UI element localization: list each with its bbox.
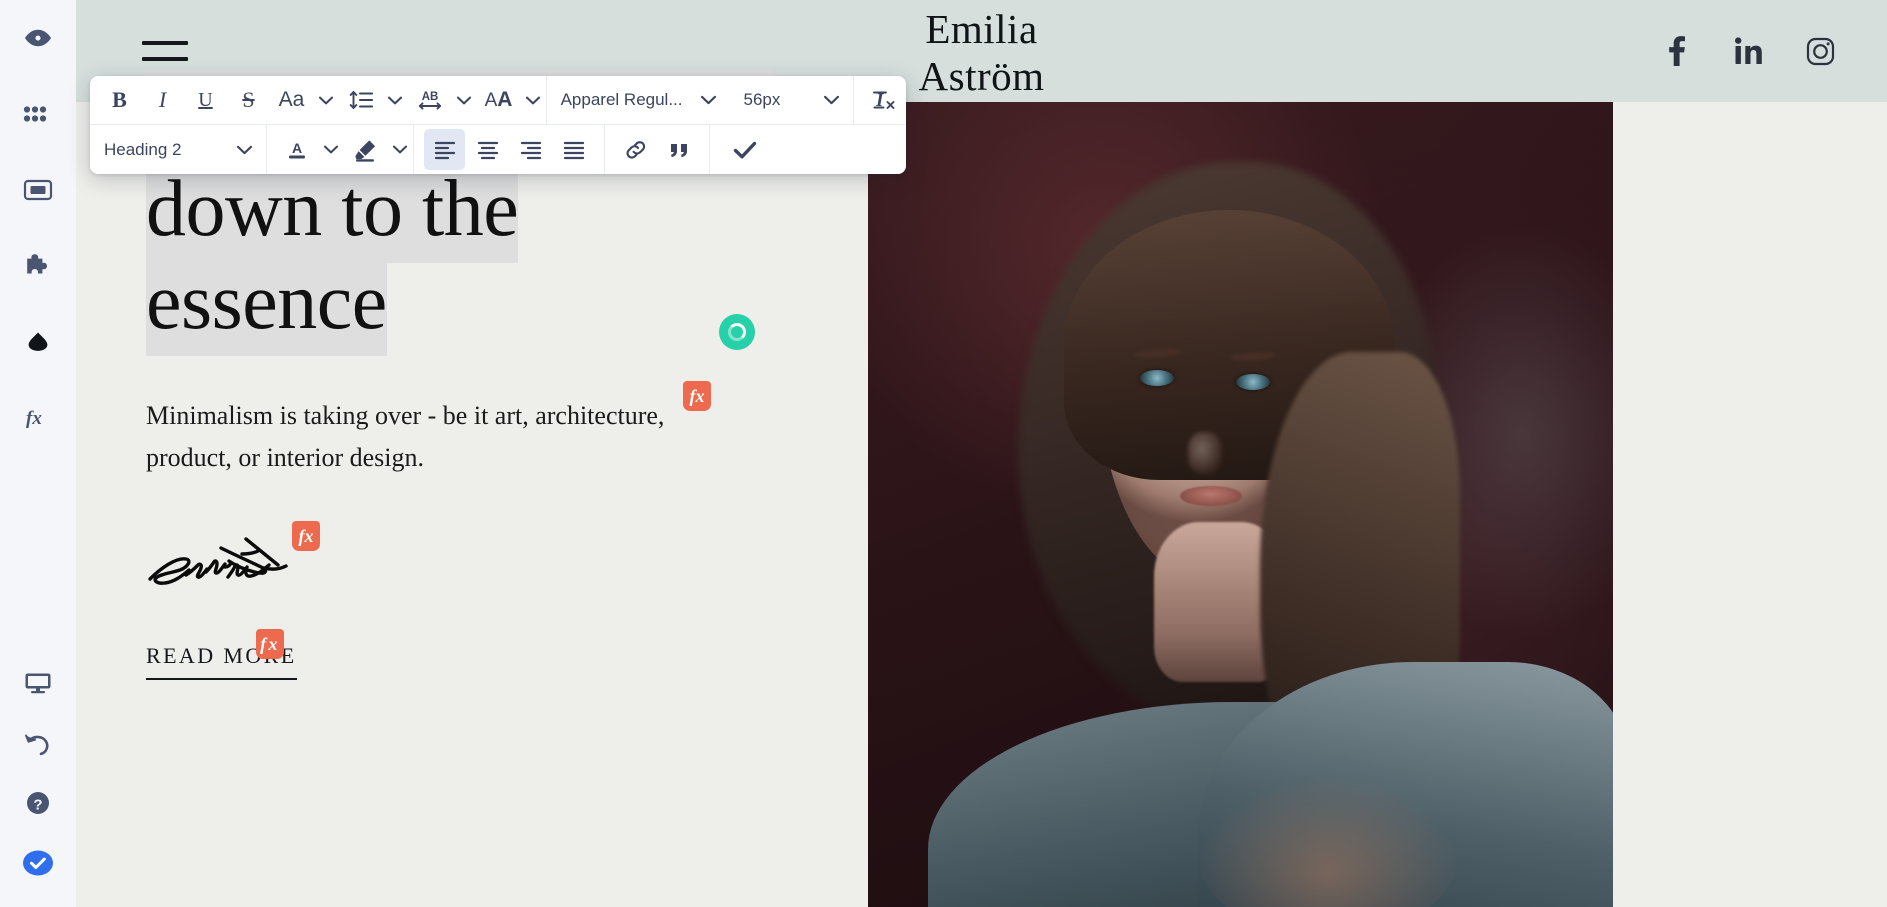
hero-heading-line-3: essence — [146, 256, 387, 356]
hero-heading-line-2: down to the — [146, 163, 519, 263]
paragraph-style-select[interactable]: Heading 2 — [90, 125, 266, 174]
alignment-group — [423, 125, 595, 174]
inline-style-group: B I U S Aa AB AA — [90, 76, 546, 124]
hero-paragraph-wrap[interactable]: Minimalism is taking over - be it art, a… — [146, 381, 711, 479]
font-size-select[interactable]: 56px — [730, 76, 854, 124]
fx-badge-read-more[interactable]: fx — [256, 629, 284, 659]
bold-button[interactable]: B — [99, 80, 140, 121]
menu-hamburger-icon[interactable] — [142, 41, 188, 61]
spinner-ring — [728, 323, 746, 341]
font-color-button[interactable]: A — [276, 129, 317, 170]
apps-grid-icon[interactable] — [0, 76, 76, 152]
fx-badge-signature[interactable]: fx — [292, 521, 320, 551]
strikethrough-button[interactable]: S — [228, 80, 269, 121]
toolbar-row-2: Heading 2 A — [90, 125, 906, 174]
instagram-icon[interactable] — [1805, 35, 1835, 67]
align-justify-button[interactable] — [553, 129, 594, 170]
svg-text:fx: fx — [26, 408, 42, 429]
fx-badge-paragraph[interactable]: fx — [683, 381, 711, 411]
align-right-button[interactable] — [510, 129, 551, 170]
toolbar-divider — [853, 76, 854, 125]
site-logo[interactable]: Emilia Aström — [919, 6, 1045, 100]
paragraph-style-chevron-down-icon — [237, 145, 252, 154]
editor-root: fx ? Emilia Aström down to the essence M… — [0, 0, 1887, 907]
font-scale-chevron-down-icon[interactable] — [520, 80, 546, 121]
facebook-icon[interactable] — [1661, 35, 1691, 67]
font-family-value: Apparel Regul... — [560, 90, 683, 109]
toolbar-divider — [709, 125, 710, 174]
align-center-button[interactable] — [467, 129, 508, 170]
linkedin-icon[interactable] — [1733, 35, 1763, 67]
preview-eye-icon[interactable] — [0, 0, 76, 76]
site-logo-line-2: Aström — [918, 53, 1045, 99]
desktop-monitor-icon[interactable] — [0, 653, 76, 713]
undo-icon[interactable] — [0, 713, 76, 773]
fx-icon[interactable]: fx — [0, 380, 76, 456]
loading-spinner — [719, 314, 755, 350]
color-group: A — [267, 125, 413, 174]
read-more-link[interactable]: READ MORE fx — [146, 629, 297, 680]
text-case-chevron-down-icon[interactable] — [313, 80, 339, 121]
svg-text:AB: AB — [421, 91, 438, 103]
hero-paragraph: Minimalism is taking over - be it art, a… — [146, 401, 665, 472]
line-height-button[interactable] — [340, 80, 381, 121]
italic-button[interactable]: I — [142, 80, 183, 121]
toolbar-divider — [604, 125, 605, 174]
toolbar-row-1: B I U S Aa AB AA Apparel Regul... 56px I — [90, 76, 906, 125]
signature-image[interactable]: fx — [146, 521, 346, 601]
hero-right-margin — [1613, 102, 1887, 907]
social-links — [1661, 35, 1835, 67]
font-family-chevron-down-icon — [700, 95, 716, 105]
line-height-chevron-down-icon[interactable] — [382, 80, 408, 121]
hero-portrait-image[interactable] — [868, 102, 1613, 907]
align-left-button[interactable] — [424, 129, 465, 170]
site-logo-line-1: Emilia — [925, 6, 1038, 52]
font-family-select[interactable]: Apparel Regul... — [547, 76, 730, 124]
paragraph-style-value: Heading 2 — [104, 139, 182, 159]
font-size-value: 56px — [743, 90, 781, 109]
left-toolbar: fx ? — [0, 0, 76, 907]
font-size-chevron-down-icon — [824, 95, 840, 105]
portrait-artwork — [868, 102, 1613, 907]
clear-formatting-button[interactable]: I — [864, 80, 905, 121]
font-color-chevron-down-icon[interactable] — [318, 129, 344, 170]
puzzle-piece-icon[interactable] — [0, 228, 76, 304]
color-drop-icon[interactable] — [0, 304, 76, 380]
publish-check-icon[interactable] — [0, 833, 76, 893]
link-button[interactable] — [615, 129, 656, 170]
letter-spacing-chevron-down-icon[interactable] — [451, 80, 477, 121]
help-icon[interactable]: ? — [0, 773, 76, 833]
text-formatting-toolbar: B I U S Aa AB AA Apparel Regul... 56px I… — [90, 76, 906, 174]
insert-group — [614, 125, 700, 174]
highlighter-chevron-down-icon[interactable] — [387, 129, 413, 170]
svg-text:A: A — [291, 140, 301, 156]
letter-spacing-button[interactable]: AB — [409, 80, 450, 121]
underline-button[interactable]: U — [185, 80, 226, 121]
font-scale-button[interactable]: AA — [478, 80, 519, 121]
page-layout-icon[interactable] — [0, 152, 76, 228]
left-toolbar-bottom-group: ? — [0, 653, 76, 907]
highlighter-button[interactable] — [345, 129, 386, 170]
toolbar-divider — [413, 125, 414, 174]
confirm-check-button[interactable] — [724, 129, 765, 170]
svg-text:?: ? — [33, 797, 42, 814]
blockquote-button[interactable] — [658, 129, 699, 170]
text-case-button[interactable]: Aa — [271, 80, 312, 121]
left-toolbar-top-group: fx — [0, 0, 76, 456]
